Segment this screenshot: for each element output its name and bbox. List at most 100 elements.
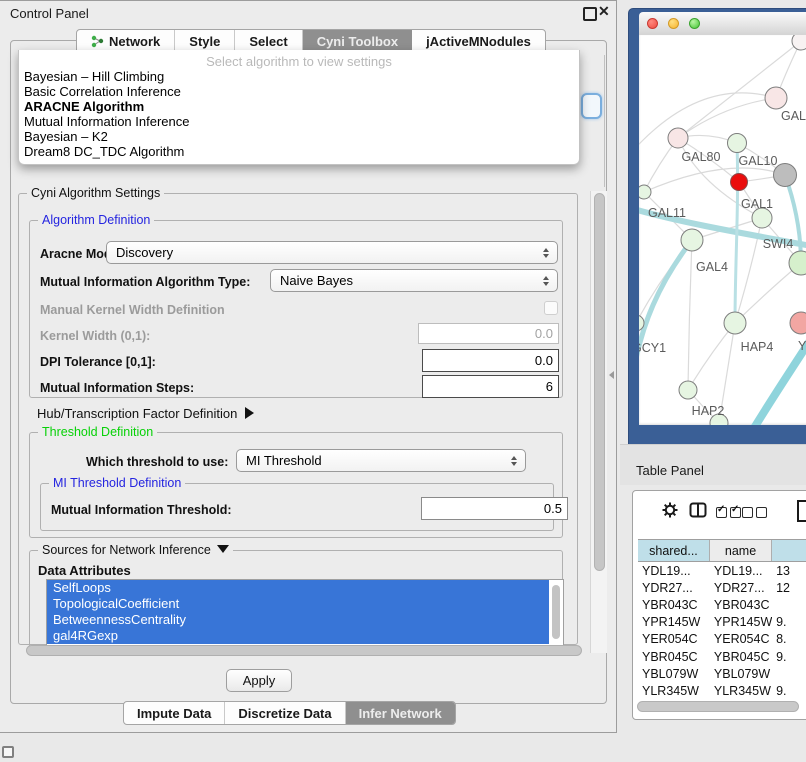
- table-row[interactable]: YPR145W YPR145W 9.: [638, 614, 806, 631]
- cell: 12: [772, 581, 806, 595]
- hub-definition-section[interactable]: Hub/Transcription Factor Definition: [37, 406, 254, 421]
- tab-jactivemnodules-label: jActiveMNodules: [426, 34, 531, 49]
- mi-type-select[interactable]: Naive Bayes: [270, 269, 558, 292]
- aracne-mode-select[interactable]: Discovery: [106, 241, 558, 264]
- float-window-icon[interactable]: [583, 7, 597, 21]
- gear-icon[interactable]: [661, 501, 679, 524]
- close-icon[interactable]: ✕: [598, 3, 610, 20]
- node-gal10[interactable]: [728, 134, 747, 153]
- cyni-algorithm-settings-group: Cyni Algorithm Settings Algorithm Defini…: [18, 193, 578, 645]
- tab-network-label: Network: [109, 34, 160, 49]
- manual-kernel-checkbox[interactable]: [544, 301, 558, 315]
- node-salmon[interactable]: [790, 312, 806, 334]
- select-all-checkboxes-icon[interactable]: ✓✓: [716, 505, 744, 523]
- dpi-tolerance-field[interactable]: 0.0: [422, 349, 559, 372]
- column-header-shared[interactable]: shared...: [638, 540, 710, 561]
- cell: YBL079W: [638, 667, 710, 681]
- node-gal1[interactable]: [752, 208, 772, 228]
- cell: 13: [772, 564, 806, 578]
- panel-border-fragment: [604, 55, 605, 187]
- mi-threshold-field[interactable]: 0.5: [421, 497, 568, 520]
- mi-steps-field[interactable]: 6: [422, 375, 559, 398]
- table-row[interactable]: YER054C YER054C 8.: [638, 631, 806, 648]
- mi-threshold-group-title: MI Threshold Definition: [49, 476, 185, 490]
- close-traffic-light-icon[interactable]: [647, 18, 658, 29]
- table-row[interactable]: YBR045C YBR045C 9.: [638, 648, 806, 665]
- attribute-item[interactable]: SelfLoops: [47, 580, 549, 596]
- mi-type-value: Naive Bayes: [280, 273, 353, 288]
- algorithm-option[interactable]: Bayesian – K2: [22, 129, 579, 144]
- table-header-row: shared... name: [638, 539, 806, 562]
- apply-button[interactable]: Apply: [226, 669, 292, 692]
- settings-vertical-scrollbar[interactable]: [590, 191, 607, 653]
- node-label: GAL: [781, 109, 806, 123]
- table-horizontal-scrollbar[interactable]: [637, 701, 799, 712]
- algorithm-option-selected[interactable]: ARACNE Algorithm: [22, 99, 579, 114]
- network-window-titlebar[interactable]: [639, 12, 806, 36]
- table-row[interactable]: YDR27... YDR27... 12: [638, 579, 806, 596]
- network-icon: [91, 35, 104, 48]
- dpi-tolerance-label: DPI Tolerance [0,1]:: [40, 355, 156, 369]
- algorithm-definition-group: Algorithm Definition Aracne Mode: Discov…: [29, 220, 563, 398]
- network-graph: GAL GAL80 GAL10 GAL1 GAL11 GAL4 SWI4 GCY…: [639, 35, 806, 425]
- focused-combo-fragment[interactable]: [581, 93, 602, 119]
- attribute-item[interactable]: BetweennessCentrality: [47, 612, 549, 628]
- node-label: GAL1: [741, 197, 773, 211]
- settings-horizontal-scrollbar[interactable]: [26, 645, 582, 656]
- table-row[interactable]: YBL079W YBL079W: [638, 665, 806, 682]
- attribute-item[interactable]: TopologicalCoefficient: [47, 596, 549, 612]
- which-threshold-select[interactable]: MI Threshold: [236, 449, 526, 472]
- node-label: GAL80: [682, 150, 721, 164]
- aracne-mode-value: Discovery: [116, 245, 173, 260]
- data-attributes-list[interactable]: SelfLoops TopologicalCoefficient Between…: [46, 579, 564, 646]
- deselect-all-checkboxes-icon[interactable]: [742, 505, 770, 523]
- node-gal11[interactable]: [639, 185, 651, 199]
- node-label: SWI4: [763, 237, 794, 251]
- tab-infer-network[interactable]: Infer Network: [346, 702, 455, 724]
- column-header-name[interactable]: name: [710, 540, 772, 561]
- new-table-icon[interactable]: [796, 499, 806, 528]
- cell: 9.: [772, 615, 806, 629]
- algorithm-option[interactable]: Dream8 DC_TDC Algorithm: [22, 144, 579, 159]
- node-gal-partial[interactable]: [765, 87, 787, 109]
- attribute-item[interactable]: gal4RGexp: [47, 628, 549, 644]
- tab-discretize-data[interactable]: Discretize Data: [225, 702, 345, 724]
- node-gal4[interactable]: [681, 229, 703, 251]
- node-unlabeled-top[interactable]: [792, 35, 806, 50]
- sources-group-title[interactable]: Sources for Network Inference: [38, 543, 233, 557]
- algorithm-option[interactable]: Mutual Information Inference: [22, 114, 579, 129]
- minimized-panel-icon[interactable]: [2, 746, 14, 758]
- zoom-traffic-light-icon[interactable]: [689, 18, 700, 29]
- splitter-collapse-icon[interactable]: [609, 371, 614, 379]
- tab-impute-data[interactable]: Impute Data: [124, 702, 225, 724]
- algorithm-option[interactable]: Basic Correlation Inference: [22, 84, 579, 99]
- network-canvas[interactable]: GAL GAL80 GAL10 GAL1 GAL11 GAL4 SWI4 GCY…: [639, 35, 806, 425]
- split-columns-icon[interactable]: [689, 502, 707, 523]
- table-row[interactable]: YLR345W YLR345W 9.: [638, 682, 806, 699]
- node-hap2[interactable]: [679, 381, 697, 399]
- node-gal80[interactable]: [668, 128, 688, 148]
- stepper-arrows-icon: [511, 456, 517, 466]
- control-panel-window: Control Panel ✕ Network Style Select Cyn…: [0, 0, 617, 733]
- attribute-list-scrollbar[interactable]: [552, 585, 560, 639]
- node-red[interactable]: [731, 174, 748, 191]
- node-label: Y: [798, 339, 806, 353]
- minimize-traffic-light-icon[interactable]: [668, 18, 679, 29]
- settings-vertical-scrollbar-thumb[interactable]: [594, 193, 605, 571]
- algorithm-option[interactable]: Bayesian – Hill Climbing: [22, 69, 579, 84]
- node-label: GAL4: [696, 260, 728, 274]
- manual-kernel-label: Manual Kernel Width Definition: [40, 303, 225, 317]
- table-row[interactable]: YDL19... YDL19... 13: [638, 562, 806, 579]
- which-threshold-value: MI Threshold: [246, 453, 322, 468]
- cell: YDL19...: [710, 564, 772, 578]
- algorithm-placeholder: Select algorithm to view settings: [19, 54, 579, 69]
- tab-discretize-data-label: Discretize Data: [238, 706, 331, 721]
- node-hap4[interactable]: [724, 312, 746, 334]
- column-header-partial[interactable]: [772, 540, 806, 561]
- node-label: GCY1: [639, 341, 666, 355]
- table-row[interactable]: YBR043C YBR043C: [638, 596, 806, 613]
- right-column: GAL GAL80 GAL10 GAL1 GAL11 GAL4 SWI4 GCY…: [620, 0, 806, 762]
- sources-group: Sources for Network Inference Data Attri…: [29, 550, 563, 646]
- kernel-width-field[interactable]: 0.0: [418, 323, 559, 344]
- cyni-algorithm-settings-title: Cyni Algorithm Settings: [27, 186, 164, 200]
